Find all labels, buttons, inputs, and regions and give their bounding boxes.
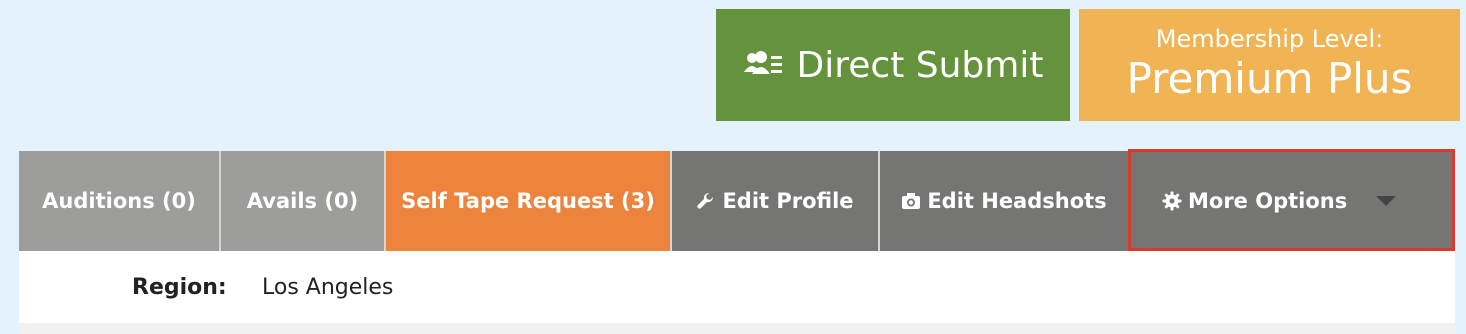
tab-label: Auditions (0) — [42, 189, 196, 213]
gear-icon — [1162, 191, 1182, 211]
chevron-down-icon[interactable] — [1376, 196, 1396, 206]
tab-avails[interactable]: Avails (0) — [221, 151, 386, 251]
page: Direct Submit Membership Level: Premium … — [0, 0, 1466, 334]
membership-badge: Membership Level: Premium Plus — [1079, 9, 1460, 121]
direct-submit-button[interactable]: Direct Submit — [716, 9, 1070, 121]
tab-auditions[interactable]: Auditions (0) — [19, 151, 221, 251]
tab-label: Avails (0) — [246, 189, 359, 213]
tab-self-tape-request[interactable]: Self Tape Request (3) — [386, 151, 672, 251]
tab-label: Edit Profile — [722, 189, 854, 213]
membership-level: Premium Plus — [1126, 54, 1413, 103]
panel-divider — [19, 323, 1455, 334]
tab-label: More Options — [1188, 189, 1348, 213]
wrench-icon — [696, 191, 716, 211]
tab-label: Edit Headshots — [927, 189, 1107, 213]
membership-label: Membership Level: — [1155, 25, 1384, 53]
tab-more-options[interactable]: More Options — [1130, 151, 1455, 251]
region-label: Region: — [132, 274, 227, 300]
tab-edit-headshots[interactable]: Edit Headshots — [880, 151, 1130, 251]
nav-tabs: Auditions (0) Avails (0) Self Tape Reque… — [19, 151, 1455, 251]
users-list-icon — [743, 50, 783, 80]
camera-icon — [901, 192, 921, 210]
region-value: Los Angeles — [262, 274, 394, 300]
tab-edit-profile[interactable]: Edit Profile — [672, 151, 880, 251]
region-panel: Region: Los Angeles — [19, 251, 1455, 323]
direct-submit-label: Direct Submit — [796, 44, 1044, 86]
tab-label: Self Tape Request (3) — [401, 189, 655, 213]
